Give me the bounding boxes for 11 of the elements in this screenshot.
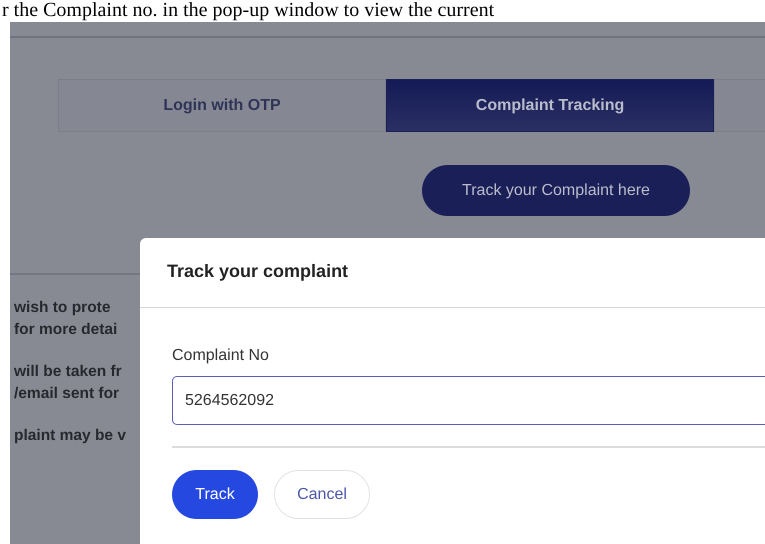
modal-title: Track your complaint xyxy=(140,238,765,308)
paragraph-text: plaint may be v xyxy=(14,426,126,446)
tab[interactable]: Complaint Tracking xyxy=(386,79,714,132)
track-complaint-button[interactable]: Track your Complaint here xyxy=(422,165,690,216)
field-label: Complaint No xyxy=(172,346,270,366)
track-button[interactable]: Track xyxy=(172,470,258,519)
caption-text: r the Complaint no. in the pop-up window to view the current xyxy=(1,0,496,22)
complaint-number-field[interactable]: 5264562092 xyxy=(172,376,765,425)
cancel-button[interactable]: Cancel xyxy=(274,470,370,519)
paragraph-text: will be taken fr /email sent for xyxy=(14,362,122,404)
paragraph-text: wish to prote for more detai xyxy=(14,298,118,340)
